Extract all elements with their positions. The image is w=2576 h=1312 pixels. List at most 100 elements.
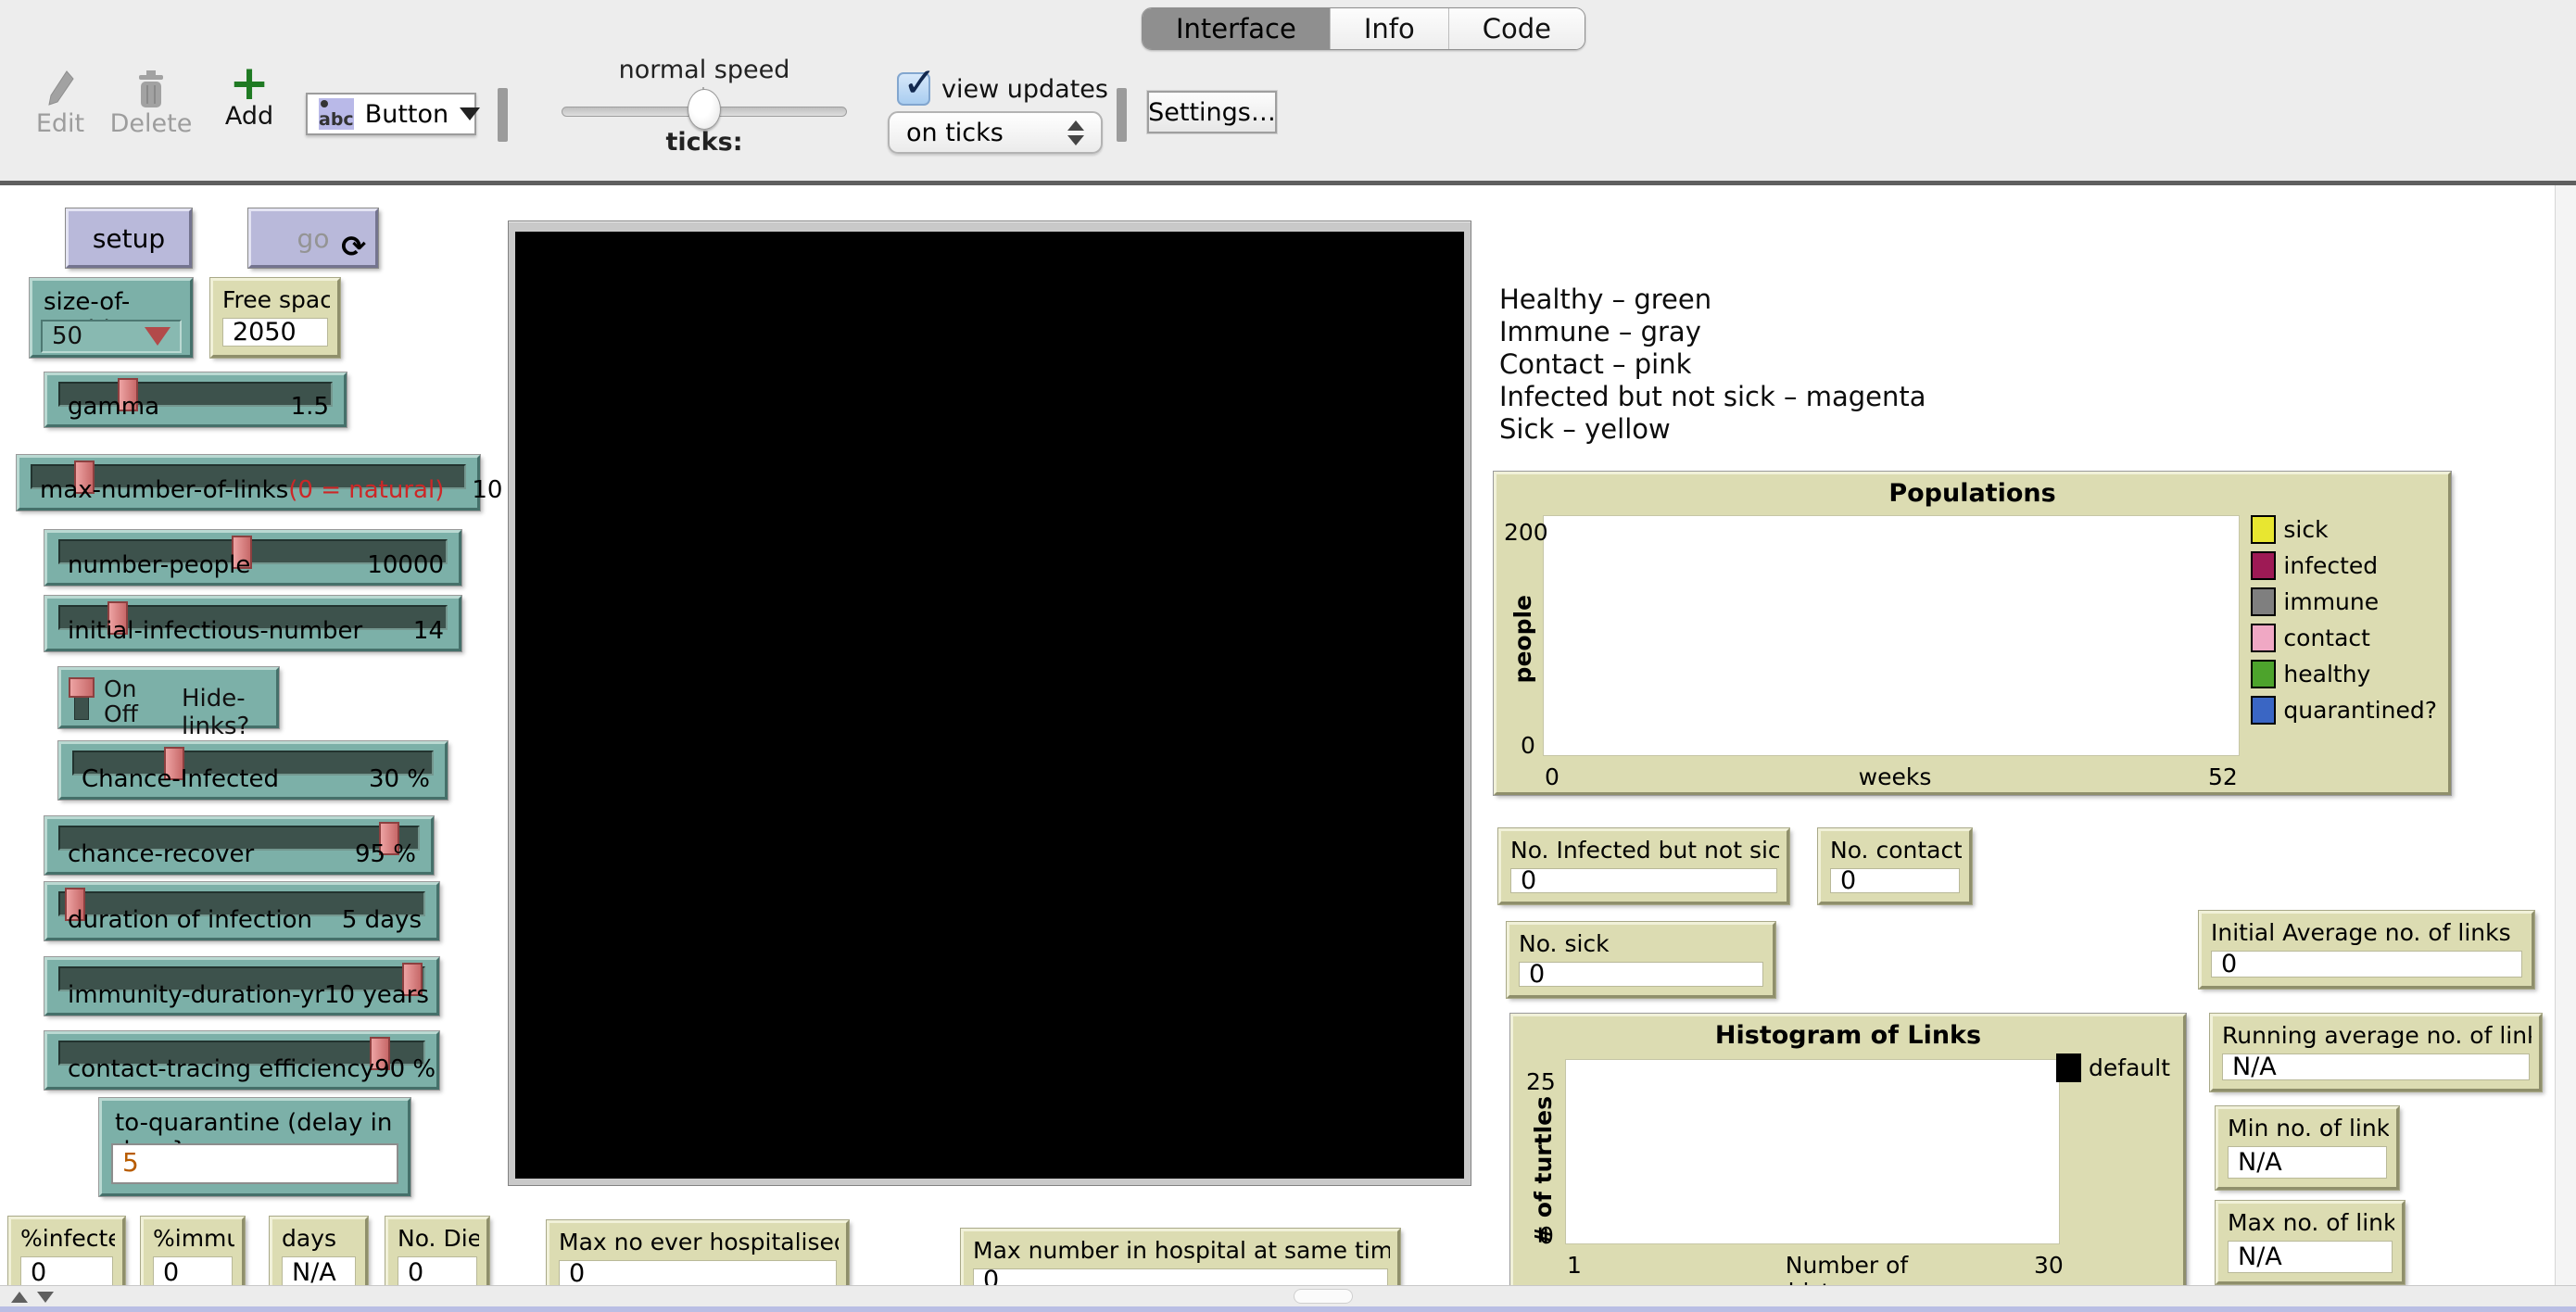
color-key-note: Healthy – green Immune – gray Contact – … — [1499, 284, 1926, 446]
slider-value: 10 — [472, 476, 503, 504]
add-button[interactable]: + Add — [198, 59, 300, 131]
settings-button[interactable]: Settings… — [1147, 91, 1277, 133]
x-axis-label: weeks — [1858, 763, 1932, 790]
go-button[interactable]: go ⟳ — [247, 208, 379, 269]
chooser-value: 50 — [52, 322, 83, 350]
tab-bar: Interface Info Code — [1142, 7, 1585, 50]
slider-chance-recover[interactable]: chance-recover 95 % — [44, 815, 435, 876]
legend-item: immune — [2251, 587, 2437, 616]
input-field[interactable]: 5 — [111, 1143, 398, 1184]
setup-button[interactable]: setup — [65, 208, 193, 269]
chevron-down-icon — [145, 327, 170, 346]
slider-value: 5 days — [341, 906, 422, 934]
monitor-label: Running average no. of links — [2222, 1022, 2532, 1049]
populations-plot: Populations 200 0 people 0 weeks 52 sick… — [1493, 471, 2452, 796]
slider-note: (0 = natural) — [288, 476, 445, 504]
settings-label: Settings… — [1148, 97, 1276, 127]
slider-value: 1.5 — [290, 393, 329, 421]
tab-info[interactable]: Info — [1330, 8, 1449, 49]
setup-button-label: setup — [92, 222, 166, 254]
legend-label: default — [2089, 1054, 2170, 1081]
slider-max-number-of-links[interactable]: max-number-of-links (0 = natural) 10 — [16, 454, 502, 511]
monitor-value: 0 — [20, 1256, 113, 1289]
legend-swatch — [2056, 1053, 2082, 1082]
slider-label: contact-tracing efficiency — [68, 1055, 375, 1083]
edit-button[interactable]: Edit — [9, 67, 111, 138]
go-button-label: go — [297, 222, 330, 254]
speed-slider-label: normal speed — [618, 56, 790, 84]
speed-slider-thumb[interactable] — [688, 89, 721, 130]
plot-title: Histogram of Links — [1714, 1021, 1982, 1050]
to-quarantine-input[interactable]: to-quarantine (delay in days} 5 — [98, 1097, 411, 1197]
window-bottom-strip — [0, 1306, 2576, 1312]
switch-handle[interactable] — [69, 677, 95, 698]
scroll-up-icon[interactable] — [11, 1292, 28, 1303]
scrollbar-thumb[interactable] — [1294, 1289, 1353, 1304]
trash-icon — [100, 67, 202, 109]
monitor-value: 0 — [2211, 950, 2522, 978]
monitor-label: No. Died — [398, 1225, 479, 1252]
slider-duration-of-infection[interactable]: duration of infection 5 days — [44, 881, 440, 941]
tab-interface[interactable]: Interface — [1143, 8, 1331, 49]
monitor-label: Min no. of links — [2228, 1115, 2389, 1142]
color-key-line: Immune – gray — [1499, 316, 1701, 347]
min-links-monitor: Min no. of links N/A — [2215, 1105, 2400, 1191]
vertical-scrollbar[interactable] — [2555, 185, 2576, 1285]
monitor-value: 0 — [398, 1256, 477, 1289]
horizontal-scrollbar[interactable] — [0, 1285, 2576, 1306]
y-axis-label: # of turtles — [1530, 1096, 1557, 1245]
view-updates-label: view updates — [941, 74, 1108, 104]
update-mode-select[interactable]: on ticks — [888, 111, 1103, 154]
monitor-label: No. contacts — [1830, 837, 1962, 864]
add-label: Add — [224, 102, 274, 131]
no-contacts-monitor: No. contacts 0 — [1817, 827, 1973, 905]
slider-label: immunity-duration-yr — [68, 981, 324, 1009]
slider-contact-tracing-efficiency[interactable]: contact-tracing efficiency 90 % — [44, 1030, 440, 1091]
check-icon: ✓ — [903, 59, 937, 107]
button-widget-icon: abc — [319, 98, 354, 130]
legend-item: sick — [2251, 515, 2437, 544]
switch-on-label: On — [104, 675, 137, 702]
plot-area — [1543, 515, 2240, 756]
monitor-value: 0 — [153, 1256, 233, 1289]
monitor-value: N/A — [2222, 1053, 2530, 1081]
slider-chance-infected[interactable]: Chance-Infected 30 % — [57, 740, 448, 801]
delete-label: Delete — [109, 109, 193, 138]
monitor-value: N/A — [282, 1256, 356, 1289]
color-key-line: Infected but not sick – magenta — [1499, 381, 1926, 412]
monitor-label: Max no ever hospitalised — [559, 1229, 839, 1255]
running-avg-links-monitor: Running average no. of links N/A — [2209, 1013, 2543, 1092]
delete-button[interactable]: Delete — [100, 67, 202, 138]
monitor-label: days — [282, 1225, 337, 1252]
slider-label: initial-infectious-number — [68, 617, 363, 645]
x-max-tick: 30 — [2034, 1252, 2064, 1279]
legend-label: sick — [2283, 516, 2329, 543]
scroll-down-icon[interactable] — [37, 1292, 54, 1303]
widget-type-dropdown[interactable]: abc Button — [306, 93, 481, 135]
y-min-tick: 0 — [1521, 732, 1535, 759]
slider-number-people[interactable]: number-people 10000 — [44, 529, 462, 587]
stepper-arrows-icon — [1067, 120, 1084, 145]
size-of-world-chooser[interactable]: size-of-world 50 — [29, 277, 194, 359]
chooser-value-box[interactable]: 50 — [41, 320, 182, 353]
slider-label: gamma — [68, 393, 160, 421]
slider-immunity-duration[interactable]: immunity-duration-yr 10 years — [44, 956, 440, 1016]
color-key-line: Sick – yellow — [1499, 413, 1671, 445]
slider-initial-infectious-number[interactable]: initial-infectious-number 14 — [44, 595, 462, 652]
tab-code[interactable]: Code — [1448, 8, 1585, 49]
legend-item: quarantined? — [2251, 696, 2437, 725]
plot-area — [1565, 1059, 2060, 1244]
world-view[interactable] — [515, 232, 1464, 1179]
slider-value: 10000 — [367, 551, 444, 579]
slider-label: number-people — [68, 551, 251, 579]
monitor-value: 0 — [1830, 866, 1960, 895]
monitor-label: Initial Average no. of links — [2211, 919, 2511, 946]
view-updates-checkbox[interactable]: ✓ — [897, 59, 937, 107]
legend-label: quarantined? — [2283, 697, 2437, 724]
y-axis-label: people — [1509, 595, 1536, 684]
monitor-label: No. sick — [1519, 930, 1610, 957]
slider-gamma[interactable]: gamma 1.5 — [44, 372, 347, 428]
hide-links-switch[interactable]: On Off Hide-links? — [57, 666, 280, 740]
toolbar-separator — [498, 88, 508, 142]
view-updates-group: ✓ view updates — [897, 59, 1108, 107]
